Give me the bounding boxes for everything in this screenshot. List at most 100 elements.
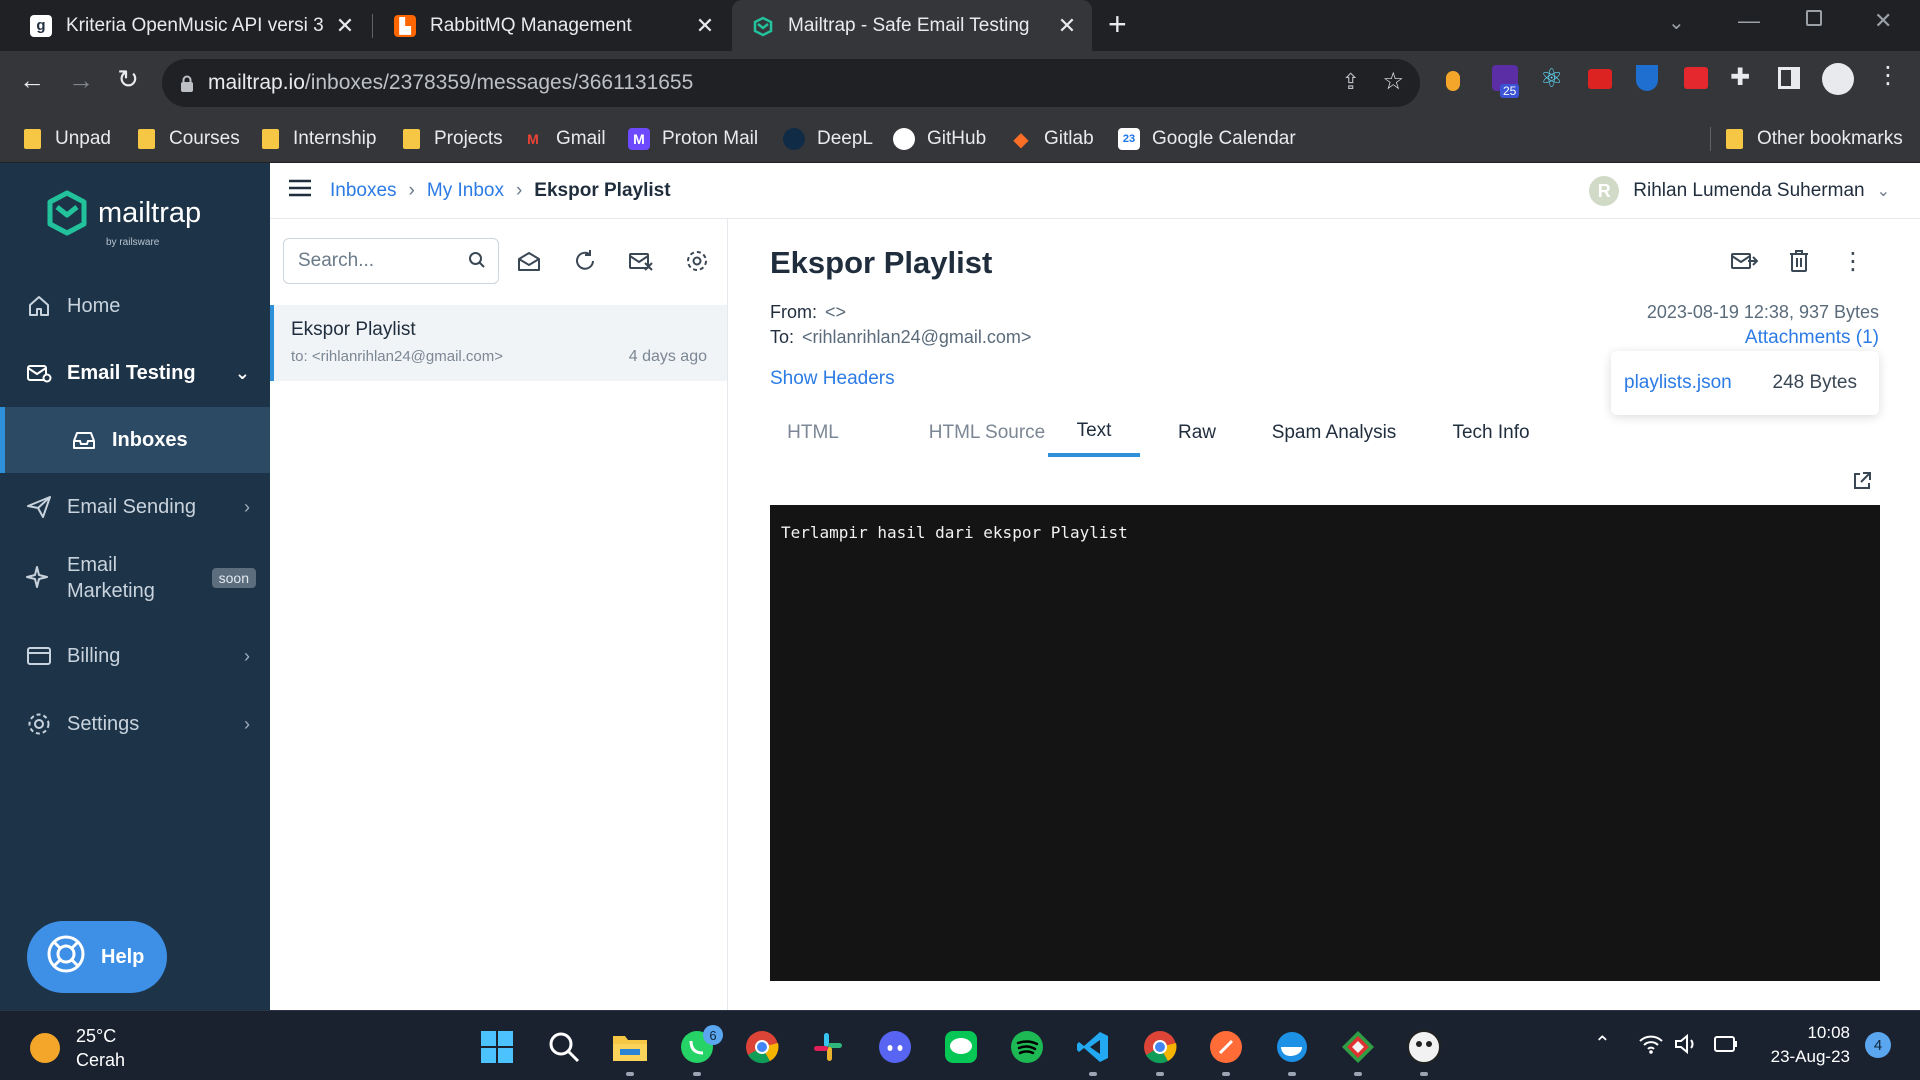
- tab-spam-analysis[interactable]: Spam Analysis: [1251, 409, 1417, 457]
- back-icon[interactable]: ←: [14, 65, 50, 96]
- bookmark-star-icon[interactable]: ☆: [1382, 67, 1404, 96]
- new-tab-button[interactable]: +: [1108, 6, 1127, 43]
- tab-mailtrap[interactable]: Mailtrap - Safe Email Testing ✕: [732, 0, 1092, 51]
- bookmark-deepl[interactable]: DeepL: [783, 115, 873, 163]
- search-icon[interactable]: [468, 251, 486, 274]
- search-field[interactable]: [283, 238, 499, 284]
- tab-text[interactable]: Text: [1048, 409, 1140, 457]
- clear-inbox-icon[interactable]: [625, 245, 657, 277]
- from-label: From:: [770, 302, 817, 322]
- close-tab-icon[interactable]: ✕: [330, 13, 360, 39]
- react-devtools-icon[interactable]: ⚛: [1540, 63, 1563, 94]
- extension-icon[interactable]: [1684, 67, 1708, 89]
- help-button[interactable]: Help: [27, 921, 167, 993]
- browser-menu-icon[interactable]: ⋮: [1876, 61, 1900, 90]
- refresh-icon[interactable]: [569, 245, 601, 277]
- sidebar-item-email-marketing[interactable]: Email Marketing soon: [0, 540, 270, 616]
- attachment-file-link[interactable]: playlists.json: [1624, 372, 1732, 394]
- discord-icon[interactable]: [875, 1027, 915, 1067]
- other-bookmarks[interactable]: Other bookmarks: [1726, 115, 1903, 163]
- tab-raw[interactable]: Raw: [1155, 409, 1239, 457]
- bookmark-gitlab[interactable]: ◆ Gitlab: [1010, 115, 1093, 163]
- bookmark-github[interactable]: GitHub: [893, 115, 986, 163]
- shield-icon[interactable]: [1636, 65, 1658, 91]
- list-item[interactable]: Ekspor Playlist to: <rihlanrihlan24@gmai…: [270, 305, 727, 381]
- sidebar-item-inboxes[interactable]: Inboxes: [0, 407, 270, 473]
- mailtrap-logo[interactable]: mailtrap by railsware: [46, 190, 201, 248]
- tab-kriteria[interactable]: g Kriteria OpenMusic API versi 3 | D ✕: [10, 0, 370, 51]
- postman-icon[interactable]: [1206, 1027, 1246, 1067]
- show-headers-link[interactable]: Show Headers: [770, 368, 895, 390]
- minimize-icon[interactable]: —: [1738, 8, 1760, 34]
- chrome-icon[interactable]: [742, 1027, 782, 1067]
- github-icon: [893, 128, 915, 150]
- message-date-size: 2023-08-19 12:38, 937 Bytes: [1646, 302, 1879, 322]
- file-explorer-icon[interactable]: [610, 1027, 650, 1067]
- close-window-icon[interactable]: ✕: [1874, 8, 1892, 34]
- address-bar[interactable]: mailtrap.io/inboxes/2378359/messages/366…: [162, 59, 1420, 107]
- app-icon[interactable]: [1404, 1027, 1444, 1067]
- breadcrumb-inboxes[interactable]: Inboxes: [330, 180, 397, 202]
- mark-read-icon[interactable]: [513, 245, 545, 277]
- bookmark-proton-mail[interactable]: M Proton Mail: [628, 115, 758, 163]
- close-tab-icon[interactable]: ✕: [690, 13, 720, 39]
- profile-avatar[interactable]: [1822, 63, 1854, 95]
- forward-icon[interactable]: →: [63, 65, 99, 96]
- extension-icon[interactable]: [1588, 69, 1612, 89]
- extension-icon[interactable]: [1446, 71, 1460, 91]
- side-panel-icon[interactable]: [1778, 67, 1800, 89]
- notification-badge[interactable]: 4: [1865, 1032, 1891, 1058]
- chevron-down-icon: ⌄: [1876, 183, 1890, 200]
- battery-icon[interactable]: [1712, 1034, 1738, 1059]
- tab-rabbitmq[interactable]: ▙ RabbitMQ Management ✕: [374, 0, 730, 51]
- tab-search-icon[interactable]: ⌄: [1668, 10, 1685, 35]
- docker-icon[interactable]: [1272, 1027, 1312, 1067]
- trash-icon[interactable]: [1783, 245, 1815, 277]
- tab-tech-info[interactable]: Tech Info: [1426, 409, 1556, 457]
- restore-icon[interactable]: [1806, 10, 1822, 26]
- bookmark-unpad[interactable]: Unpad: [24, 115, 111, 163]
- spotify-icon[interactable]: [1007, 1027, 1047, 1067]
- sidebar-item-label: Settings: [67, 712, 140, 735]
- tab-html[interactable]: HTML: [729, 409, 897, 457]
- reload-icon[interactable]: ↻: [110, 64, 146, 95]
- sidebar-item-email-testing[interactable]: Email Testing ⌄: [0, 340, 270, 406]
- sidebar-item-home[interactable]: Home: [0, 273, 270, 339]
- share-icon[interactable]: ⇪: [1342, 69, 1360, 95]
- bookmark-internship[interactable]: Internship: [262, 115, 376, 163]
- bookmark-projects[interactable]: Projects: [403, 115, 503, 163]
- more-options-icon[interactable]: ⋮: [1837, 245, 1869, 277]
- bookmark-google-calendar[interactable]: 23 Google Calendar: [1118, 115, 1296, 163]
- sidebar-item-billing[interactable]: Billing ›: [0, 623, 270, 689]
- bookmark-courses[interactable]: Courses: [138, 115, 240, 163]
- sourcetree-icon[interactable]: [1338, 1027, 1378, 1067]
- search-icon[interactable]: [544, 1027, 584, 1067]
- slack-icon[interactable]: [808, 1027, 848, 1067]
- open-new-window-icon[interactable]: [1852, 471, 1876, 495]
- extensions-puzzle-icon[interactable]: ✚: [1730, 63, 1750, 92]
- sidebar-item-email-sending[interactable]: Email Sending ›: [0, 474, 270, 540]
- lock-icon: [180, 75, 194, 92]
- wifi-icon[interactable]: [1638, 1033, 1664, 1060]
- volume-icon[interactable]: [1674, 1033, 1700, 1060]
- weather-widget[interactable]: 25°C Cerah: [30, 1024, 125, 1072]
- vscode-icon[interactable]: [1073, 1027, 1113, 1067]
- chrome-profile-icon[interactable]: [1140, 1027, 1180, 1067]
- close-tab-icon[interactable]: ✕: [1052, 13, 1082, 39]
- gear-icon[interactable]: [681, 245, 713, 277]
- sidebar-item-settings[interactable]: Settings ›: [0, 691, 270, 757]
- attachments-link[interactable]: Attachments (1): [1745, 327, 1879, 349]
- hamburger-menu-icon[interactable]: [288, 179, 312, 203]
- chevron-up-icon[interactable]: ⌃: [1594, 1031, 1611, 1056]
- line-icon[interactable]: [941, 1027, 981, 1067]
- search-input[interactable]: [298, 250, 458, 272]
- browser-tab-bar: g Kriteria OpenMusic API versi 3 | D ✕ ▙…: [0, 0, 1920, 51]
- breadcrumb-current: Ekspor Playlist: [534, 180, 671, 201]
- bookmark-gmail[interactable]: M Gmail: [522, 115, 605, 163]
- windows-start-icon[interactable]: [477, 1027, 517, 1067]
- avatar: R: [1589, 176, 1620, 206]
- system-clock[interactable]: 10:08 23-Aug-23: [1754, 1021, 1850, 1069]
- forward-email-icon[interactable]: [1728, 245, 1760, 277]
- breadcrumb-my-inbox[interactable]: My Inbox: [427, 180, 504, 202]
- user-menu[interactable]: R Rihlan Lumenda Suherman ⌄: [1589, 163, 1890, 219]
